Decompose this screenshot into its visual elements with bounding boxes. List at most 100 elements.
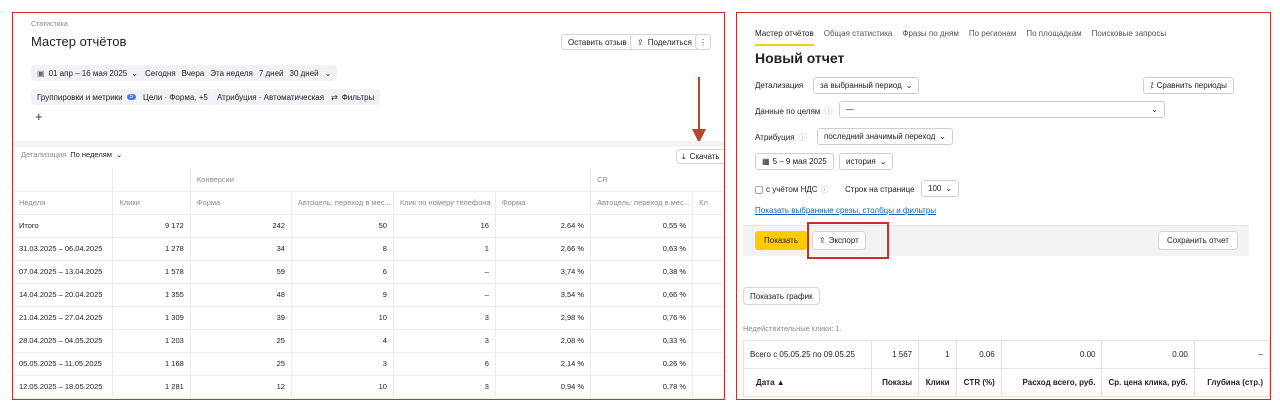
show-chart-label: Показать график bbox=[750, 291, 813, 301]
detail-select[interactable]: за выбранный период ⌄ bbox=[813, 77, 920, 94]
feedback-button[interactable]: Оставить отзыв bbox=[561, 34, 634, 50]
table-group-header-row: Конверсии CR bbox=[13, 168, 724, 192]
column-header-date[interactable]: Дата ▲ bbox=[742, 368, 873, 397]
column-header-cr-form[interactable]: Форма bbox=[495, 191, 592, 215]
quick-range-yesterday[interactable]: Вчера bbox=[182, 69, 205, 78]
table-cell bbox=[692, 214, 724, 238]
attribution-button[interactable]: Атрибуция · Автоматическая bbox=[211, 89, 331, 105]
date-range-picker[interactable]: ▣ 01 апр – 16 мая 2025 ⌄ bbox=[31, 65, 144, 81]
table-cell: 1 203 bbox=[112, 329, 191, 353]
column-header-clicks[interactable]: Клики bbox=[918, 368, 957, 397]
history-select[interactable]: история ⌄ bbox=[839, 153, 894, 170]
total-avg-cpc: 0.00 bbox=[1101, 340, 1195, 369]
table-cell: 0,26 % bbox=[590, 352, 694, 376]
quick-range-week[interactable]: Эта неделя bbox=[210, 69, 253, 78]
show-selected-link[interactable]: Показать выбранные срезы, столбцы и филь… bbox=[755, 206, 936, 215]
vat-checkbox[interactable]: с учётом НДС ⓘ bbox=[755, 184, 829, 195]
download-button[interactable]: ⤓ Скачать bbox=[676, 149, 724, 164]
calendar-icon: ▦ bbox=[762, 157, 770, 166]
table-header-row: Дата ▲ Показы Клики CTR (%) Расход всего… bbox=[742, 368, 1270, 397]
goals-button[interactable]: Цели · Форма, +5 bbox=[137, 89, 214, 105]
filters-button[interactable]: ⇄ Фильтры bbox=[325, 89, 381, 105]
attribution-select[interactable]: последний значимый переход ⌄ bbox=[817, 128, 953, 145]
detail-selector[interactable]: Детализация По неделям ⌄ bbox=[21, 150, 122, 159]
column-header-cr-cut[interactable]: Кл bbox=[692, 191, 724, 215]
attribution-label: Атрибуция · Автоматическая bbox=[217, 92, 325, 102]
add-button[interactable]: + bbox=[35, 109, 43, 124]
table-cell: 1 309 bbox=[112, 306, 191, 330]
column-header-ctr[interactable]: CTR (%) bbox=[955, 368, 1002, 397]
table-cell: 34 bbox=[190, 237, 292, 261]
date-range-value: 01 апр – 16 мая 2025 bbox=[48, 68, 128, 78]
table-cell: 0,66 % bbox=[590, 283, 694, 307]
group-header-conversions: Конверсии bbox=[190, 168, 592, 192]
download-icon: ⤓ bbox=[682, 151, 686, 161]
table-cell: 242 bbox=[190, 214, 292, 238]
table-cell: 10 bbox=[291, 306, 394, 330]
goals-label: Цели · Форма, +5 bbox=[143, 92, 208, 102]
new-report-panel: Мастер отчётов Общая статистика Фразы по… bbox=[736, 12, 1271, 400]
more-button[interactable]: ⋮ bbox=[695, 34, 711, 50]
goals-select[interactable]: — ⌄ bbox=[839, 101, 1165, 118]
save-report-button[interactable]: Сохранить отчет bbox=[1158, 231, 1238, 250]
help-icon: ⓘ bbox=[798, 133, 807, 142]
table-row: 12.05.2025 – 18.05.2025 1 281 12 10 3 0,94 % 0… bbox=[13, 375, 724, 399]
chevron-down-icon: ⌄ bbox=[939, 132, 946, 141]
tab-by-region[interactable]: По регионам bbox=[969, 29, 1017, 46]
tab-general-stats[interactable]: Общая статистика bbox=[824, 29, 893, 46]
table-cell: 1 278 bbox=[112, 237, 191, 261]
table-cell: 1 bbox=[393, 237, 496, 261]
groupings-button[interactable]: Группировки и метрики 5 bbox=[31, 89, 142, 105]
column-header-week[interactable]: Неделя bbox=[13, 191, 114, 215]
column-header-autogoal[interactable]: Автоцель: переход в мес... bbox=[291, 191, 394, 215]
column-header-phone-click[interactable]: Клик по номеру телефона bbox=[393, 191, 496, 215]
filters-icon: ⇄ bbox=[331, 92, 338, 102]
date-picker[interactable]: ▦ 5 – 9 мая 2025 bbox=[755, 153, 834, 170]
table-cell bbox=[692, 375, 724, 399]
tab-report-wizard[interactable]: Мастер отчётов bbox=[755, 29, 814, 46]
breadcrumb[interactable]: Статистика bbox=[31, 21, 68, 28]
share-icon: ⇪ bbox=[637, 37, 644, 47]
share-button[interactable]: ⇪ Поделиться bbox=[630, 34, 699, 50]
total-clicks: 1 bbox=[918, 340, 957, 369]
table-cell: 1 168 bbox=[112, 352, 191, 376]
history-select-value: история bbox=[846, 157, 876, 166]
column-header-form[interactable]: Форма bbox=[190, 191, 292, 215]
column-header-depth[interactable]: Глубина (стр.) bbox=[1193, 368, 1270, 397]
table-cell: 1 355 bbox=[112, 283, 191, 307]
table-cell bbox=[692, 329, 724, 353]
attribution-select-value: последний значимый переход bbox=[824, 132, 936, 141]
column-header-impressions[interactable]: Показы bbox=[871, 368, 920, 397]
tab-phrases-by-day[interactable]: Фразы по дням bbox=[902, 29, 958, 46]
more-vertical-icon: ⋮ bbox=[699, 37, 707, 47]
chevron-down-icon: ⌄ bbox=[879, 157, 887, 166]
attribution-label-text: Атрибуция bbox=[755, 133, 795, 142]
download-label: Скачать bbox=[689, 152, 720, 161]
table-cell: 3 bbox=[393, 375, 496, 399]
report-tabs: Мастер отчётов Общая статистика Фразы по… bbox=[755, 29, 1166, 46]
column-header-avg-cpc[interactable]: Ср. цена клика, руб. bbox=[1101, 368, 1195, 397]
column-header-clicks[interactable]: Клики bbox=[112, 191, 191, 215]
tab-by-platform[interactable]: По площадкам bbox=[1026, 29, 1081, 46]
table-cell: 05.05.2025 – 11.05.2025 bbox=[13, 352, 114, 376]
goals-select-value: — bbox=[846, 105, 854, 114]
attribution-label: Атрибуция ⓘ bbox=[755, 132, 807, 143]
quick-range-30days[interactable]: 30 дней bbox=[290, 69, 319, 78]
rows-per-page-select[interactable]: 100 ⌄ bbox=[921, 180, 960, 197]
groupings-label: Группировки и метрики bbox=[37, 92, 123, 102]
show-chart-button[interactable]: Показать график bbox=[743, 287, 820, 305]
compare-periods-button[interactable]: ⁒ Сравнить периоды bbox=[1143, 77, 1234, 94]
table-cell: 6 bbox=[291, 260, 394, 284]
column-header-spend[interactable]: Расход всего, руб. bbox=[1000, 368, 1103, 397]
quick-range-today[interactable]: Сегодня bbox=[145, 69, 176, 78]
export-button[interactable]: ⇪ Экспорт bbox=[812, 231, 866, 250]
show-button[interactable]: Показать bbox=[755, 231, 808, 250]
column-header-cr-autogoal[interactable]: Автоцель: переход в мес... bbox=[590, 191, 694, 215]
table-cell: 9 bbox=[291, 283, 394, 307]
quick-range-7days[interactable]: 7 дней bbox=[259, 69, 284, 78]
table-cell: 10 bbox=[291, 375, 394, 399]
table-cell bbox=[692, 283, 724, 307]
table-cell: 12.05.2025 – 18.05.2025 bbox=[13, 375, 114, 399]
tab-search-queries[interactable]: Поисковые запросы bbox=[1092, 29, 1166, 46]
chevron-down-icon: ⌄ bbox=[905, 81, 913, 90]
